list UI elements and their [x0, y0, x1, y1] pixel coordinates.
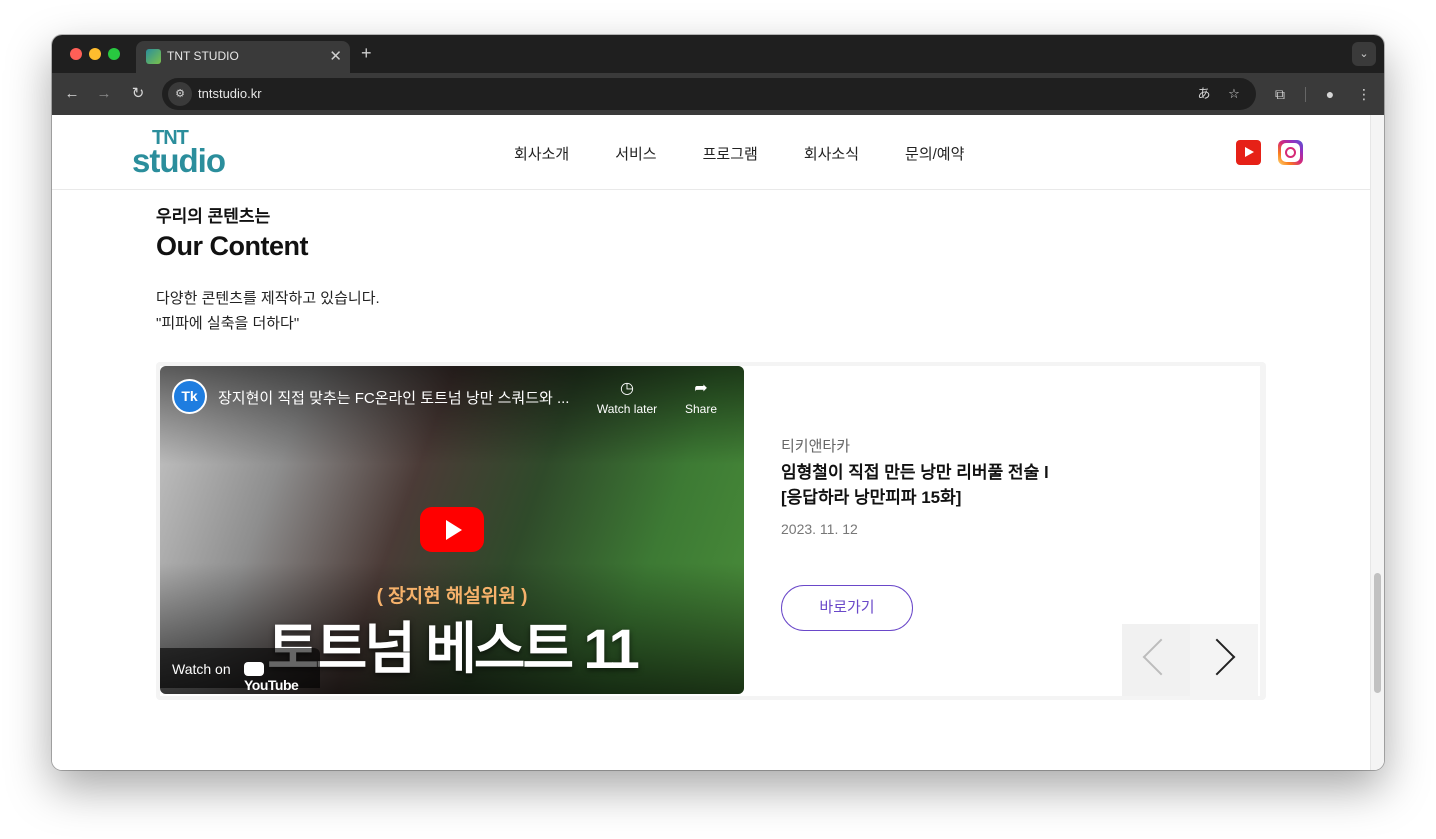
maximize-window-button[interactable]: [108, 48, 120, 60]
nav-item-programs[interactable]: 프로그램: [703, 143, 758, 164]
tab-strip: TNT STUDIO ✕ + ⌄: [52, 35, 1384, 73]
section-kicker: 우리의 콘텐츠는: [156, 207, 271, 226]
post-channel: 티키앤타카: [781, 438, 851, 455]
watch-later-label: Watch later: [596, 402, 658, 416]
video-title[interactable]: 장지현이 직접 맞추는 FC온라인 토트넘 낭만 스쿼드와 ...: [218, 387, 590, 408]
nav-item-contact[interactable]: 문의/예약: [905, 143, 964, 164]
play-button[interactable]: [420, 507, 484, 552]
close-tab-icon[interactable]: ✕: [329, 47, 342, 65]
description-line-2: "피파에 실축을 더하다": [156, 315, 300, 332]
minimize-window-button[interactable]: [89, 48, 101, 60]
menu-kebab-icon[interactable]: ⋮: [1354, 84, 1374, 104]
extensions-icon[interactable]: ⧉: [1270, 84, 1290, 104]
site-header: TNT studio 회사소개 서비스 프로그램 회사소식 문의/예약: [52, 115, 1370, 190]
watch-on-label: Watch on: [172, 661, 231, 677]
post-title-line-2: [응답하라 낭만피파 15화]: [781, 488, 962, 507]
post-title: 임형철이 직접 만든 낭만 리버풀 전술 l [응답하라 낭만피파 15화]: [781, 460, 1081, 510]
channel-avatar-icon[interactable]: Tk: [172, 379, 207, 414]
chevron-left-icon: [1142, 638, 1180, 676]
post-title-line-1: 임형철이 직접 만든 낭만 리버풀 전술 l: [781, 463, 1049, 482]
clock-icon: ◷: [620, 380, 634, 397]
tab-title: TNT STUDIO: [167, 49, 239, 63]
watch-on-youtube-button[interactable]: Watch on YouTube: [160, 648, 320, 693]
url-text[interactable]: tntstudio.kr: [198, 86, 262, 101]
new-tab-icon[interactable]: +: [361, 43, 372, 64]
address-bar[interactable]: ⚙ tntstudio.kr あ ☆: [162, 78, 1256, 110]
go-to-button[interactable]: 바로가기: [781, 585, 913, 631]
scrollbar-thumb[interactable]: [1374, 573, 1381, 693]
youtube-logo-text: YouTube: [244, 661, 320, 693]
back-icon[interactable]: ←: [62, 84, 82, 104]
translate-icon[interactable]: あ: [1195, 85, 1213, 103]
site-info-icon[interactable]: ⚙: [168, 82, 192, 106]
youtube-embed[interactable]: Tk 장지현이 직접 맞추는 FC온라인 토트넘 낭만 스쿼드와 ... ◷ W…: [160, 366, 744, 694]
carousel-next-button[interactable]: [1190, 624, 1258, 696]
chevron-right-icon: [1198, 638, 1236, 676]
carousel-prev-button[interactable]: [1122, 624, 1190, 696]
main-nav: 회사소개 서비스 프로그램 회사소식 문의/예약: [514, 143, 1010, 164]
nav-item-news[interactable]: 회사소식: [804, 143, 859, 164]
browser-tab[interactable]: TNT STUDIO ✕: [136, 41, 350, 73]
profile-icon[interactable]: ●: [1320, 84, 1340, 104]
share-label: Share: [684, 402, 718, 416]
reload-icon[interactable]: ↻: [128, 84, 148, 104]
close-window-button[interactable]: [70, 48, 82, 60]
favicon-icon: [146, 49, 161, 64]
section-title: Our Content: [156, 231, 308, 261]
browser-toolbar: ← → ↻ ⚙ tntstudio.kr あ ☆ ⧉ ● ⋮: [52, 73, 1384, 115]
browser-window: TNT STUDIO ✕ + ⌄ ← → ↻ ⚙ tntstudio.kr あ …: [52, 35, 1384, 770]
post-date: 2023. 11. 12: [781, 521, 858, 537]
instagram-icon[interactable]: [1278, 140, 1303, 165]
tab-search-icon[interactable]: ⌄: [1352, 42, 1376, 66]
youtube-icon[interactable]: [1236, 140, 1261, 165]
watch-later-button[interactable]: ◷ Watch later: [592, 378, 662, 416]
site-logo[interactable]: TNT studio: [132, 128, 244, 180]
nav-item-services[interactable]: 서비스: [615, 143, 656, 164]
share-icon: ➦: [694, 380, 708, 397]
section-description: 다양한 콘텐츠를 제작하고 있습니다. "피파에 실축을 더하다": [156, 286, 380, 336]
bookmark-star-icon[interactable]: ☆: [1225, 85, 1243, 103]
page-scrollbar[interactable]: [1370, 115, 1384, 770]
share-button[interactable]: ➦ Share: [666, 378, 736, 416]
nav-item-about[interactable]: 회사소개: [514, 143, 569, 164]
description-line-1: 다양한 콘텐츠를 제작하고 있습니다.: [156, 290, 380, 307]
forward-icon[interactable]: →: [94, 84, 114, 104]
content-card-inner: Tk 장지현이 직접 맞추는 FC온라인 토트넘 낭만 스쿼드와 ... ◷ W…: [160, 366, 1260, 696]
content-card: Tk 장지현이 직접 맞추는 FC온라인 토트넘 낭만 스쿼드와 ... ◷ W…: [156, 362, 1266, 700]
toolbar-divider: [1305, 87, 1306, 102]
logo-studio-text: studio: [132, 142, 226, 179]
page-viewport: TNT studio 회사소개 서비스 프로그램 회사소식 문의/예약 우리의 …: [52, 115, 1384, 770]
